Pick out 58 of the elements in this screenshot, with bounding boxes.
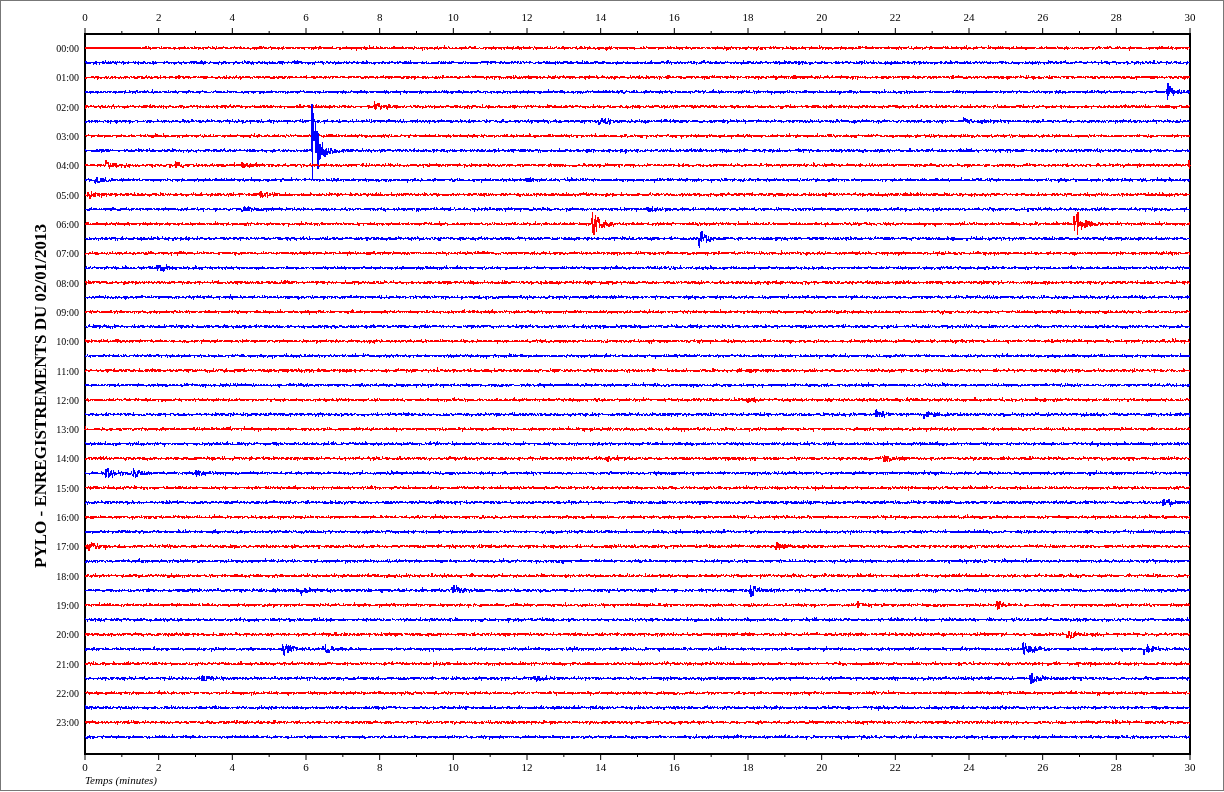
hour-label: 03:00 bbox=[56, 130, 79, 142]
hour-label: 16:00 bbox=[56, 512, 79, 524]
tick-label: 30 bbox=[1184, 761, 1196, 773]
tick-label: 18 bbox=[742, 761, 754, 773]
hour-label: 22:00 bbox=[56, 688, 79, 699]
tick-label: 8 bbox=[376, 761, 383, 773]
tick-label: 10 bbox=[447, 11, 459, 23]
tick-label: 4 bbox=[229, 761, 236, 773]
hour-label: 14:00 bbox=[56, 453, 79, 465]
hour-label: 11:00 bbox=[56, 365, 79, 377]
hour-label: 05:00 bbox=[56, 189, 79, 201]
hour-label: 10:00 bbox=[56, 336, 79, 348]
tick-label: 24 bbox=[963, 11, 975, 23]
hour-label: 08:00 bbox=[56, 277, 79, 289]
tick-label: 6 bbox=[303, 11, 309, 23]
hour-label: 12:00 bbox=[56, 394, 79, 406]
hour-label: 01:00 bbox=[56, 72, 79, 84]
tick-label: 14 bbox=[595, 11, 607, 23]
tick-label: 0 bbox=[82, 761, 88, 773]
tick-label: 26 bbox=[1037, 761, 1049, 773]
hour-label: 18:00 bbox=[56, 570, 79, 582]
tick-label: 2 bbox=[155, 11, 162, 23]
hour-label: 00:00 bbox=[56, 43, 79, 54]
hour-label: 13:00 bbox=[56, 424, 79, 436]
tick-label: 30 bbox=[1184, 11, 1196, 23]
tick-label: 12 bbox=[521, 761, 533, 773]
hour-label: 19:00 bbox=[56, 600, 79, 612]
tick-label: 8 bbox=[376, 11, 383, 23]
tick-label: 0 bbox=[82, 11, 88, 23]
hour-label: 23:00 bbox=[56, 717, 79, 729]
tick-label: 28 bbox=[1110, 11, 1122, 23]
tick-label: 12 bbox=[521, 11, 533, 23]
hour-label: 15:00 bbox=[56, 482, 79, 494]
tick-label: 18 bbox=[742, 11, 754, 23]
tick-label: 16 bbox=[668, 11, 680, 23]
axis-label: Temps (minutes) bbox=[85, 774, 157, 786]
hour-label: 17:00 bbox=[56, 541, 79, 553]
tick-label: 16 bbox=[668, 761, 680, 773]
tick-label: 28 bbox=[1110, 761, 1122, 773]
tick-label: 26 bbox=[1037, 11, 1049, 23]
hour-label: 06:00 bbox=[56, 218, 79, 230]
tick-label: 22 bbox=[889, 761, 901, 773]
hour-label: 21:00 bbox=[56, 658, 79, 670]
tick-label: 20 bbox=[816, 761, 828, 773]
tick-label: 2 bbox=[155, 761, 162, 773]
hour-label: 20:00 bbox=[56, 629, 79, 641]
hour-label: 07:00 bbox=[56, 248, 79, 260]
tick-label: 24 bbox=[963, 761, 975, 773]
tick-label: 14 bbox=[595, 761, 607, 773]
tick-label: 10 bbox=[447, 761, 459, 773]
tick-label: 6 bbox=[303, 761, 309, 773]
tick-label: 20 bbox=[816, 11, 828, 23]
hour-label: 09:00 bbox=[56, 306, 79, 318]
hour-label: 04:00 bbox=[56, 160, 79, 172]
chart-title: PYLO - ENREGISTREMENTS DU 02/01/2013 bbox=[31, 224, 50, 568]
tick-label: 22 bbox=[889, 11, 901, 23]
hour-label: 02:00 bbox=[56, 101, 79, 113]
tick-label: 4 bbox=[229, 11, 236, 23]
